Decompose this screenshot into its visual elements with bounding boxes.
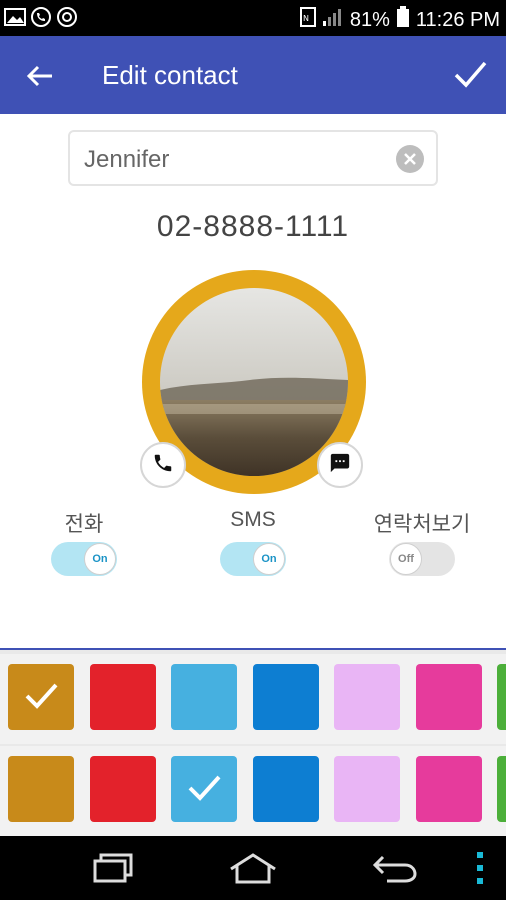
nav-bar xyxy=(0,836,506,900)
toggle-label: SMS xyxy=(230,508,276,531)
toggle-view-contact: 연락처보기 Off xyxy=(352,508,492,576)
back-icon[interactable] xyxy=(370,850,420,886)
toggle-label: 전화 xyxy=(64,513,104,536)
color-swatch[interactable] xyxy=(252,664,319,730)
clock: 11:26 PM xyxy=(415,8,500,31)
name-field xyxy=(68,130,438,186)
palette-row-2 xyxy=(0,746,506,836)
home-icon[interactable] xyxy=(226,850,280,886)
contact-photo xyxy=(160,288,348,476)
check-icon xyxy=(21,675,61,720)
message-button[interactable] xyxy=(317,442,363,488)
color-swatch[interactable] xyxy=(497,664,506,730)
menu-icon[interactable] xyxy=(468,850,492,886)
palette-row-1 xyxy=(0,654,506,744)
phone-icon xyxy=(152,452,174,479)
name-input[interactable] xyxy=(82,142,386,178)
arrow-back-icon[interactable] xyxy=(24,60,56,92)
sms-switch[interactable]: On xyxy=(220,542,286,576)
toggle-call: 전화 On xyxy=(14,508,154,576)
status-bar: N 81% 11:26 PM xyxy=(0,0,506,36)
color-swatch[interactable] xyxy=(8,664,74,730)
image-icon xyxy=(4,6,26,28)
call-switch[interactable]: On xyxy=(51,542,117,576)
color-palette xyxy=(0,650,506,836)
color-swatch[interactable] xyxy=(497,756,506,822)
switch-knob: On xyxy=(84,543,116,575)
check-icon xyxy=(184,767,224,812)
switch-knob: Off xyxy=(390,543,422,575)
call-button[interactable] xyxy=(140,442,186,488)
nfc-icon: N xyxy=(299,7,316,33)
color-swatch[interactable] xyxy=(252,756,319,822)
toggle-sms: SMS On xyxy=(183,508,323,576)
status-right: N 81% 11:26 PM xyxy=(299,6,500,34)
color-swatch[interactable] xyxy=(8,756,74,822)
app-bar: Edit contact xyxy=(0,36,506,114)
battery-icon xyxy=(396,6,410,34)
phone-number: 02-8888-1111 xyxy=(156,210,350,243)
recent-apps-icon[interactable] xyxy=(90,850,136,886)
clear-icon[interactable] xyxy=(396,145,424,173)
color-swatch[interactable] xyxy=(415,664,482,730)
check-icon[interactable] xyxy=(452,56,488,92)
toggle-label: 연락처보기 xyxy=(373,513,471,536)
battery-percent: 81% xyxy=(349,8,390,31)
view-contact-switch[interactable]: Off xyxy=(389,542,455,576)
color-swatch[interactable] xyxy=(334,664,400,730)
whatsapp-icon xyxy=(30,6,52,28)
color-swatch[interactable] xyxy=(415,756,482,822)
avatar[interactable] xyxy=(140,270,366,494)
svg-text:N: N xyxy=(303,14,309,23)
color-swatch[interactable] xyxy=(171,664,237,730)
sync-icon xyxy=(56,6,78,28)
color-swatch[interactable] xyxy=(334,756,400,822)
signal-icon xyxy=(322,7,344,33)
permission-toggles: 전화 On SMS On 연락처보기 Off xyxy=(0,508,506,598)
page-title: Edit contact xyxy=(102,60,238,90)
color-swatch[interactable] xyxy=(89,756,156,822)
status-left-icons xyxy=(4,6,78,28)
message-icon xyxy=(329,452,351,479)
color-swatch[interactable] xyxy=(89,664,156,730)
switch-knob: On xyxy=(253,543,285,575)
color-swatch[interactable] xyxy=(171,756,237,822)
